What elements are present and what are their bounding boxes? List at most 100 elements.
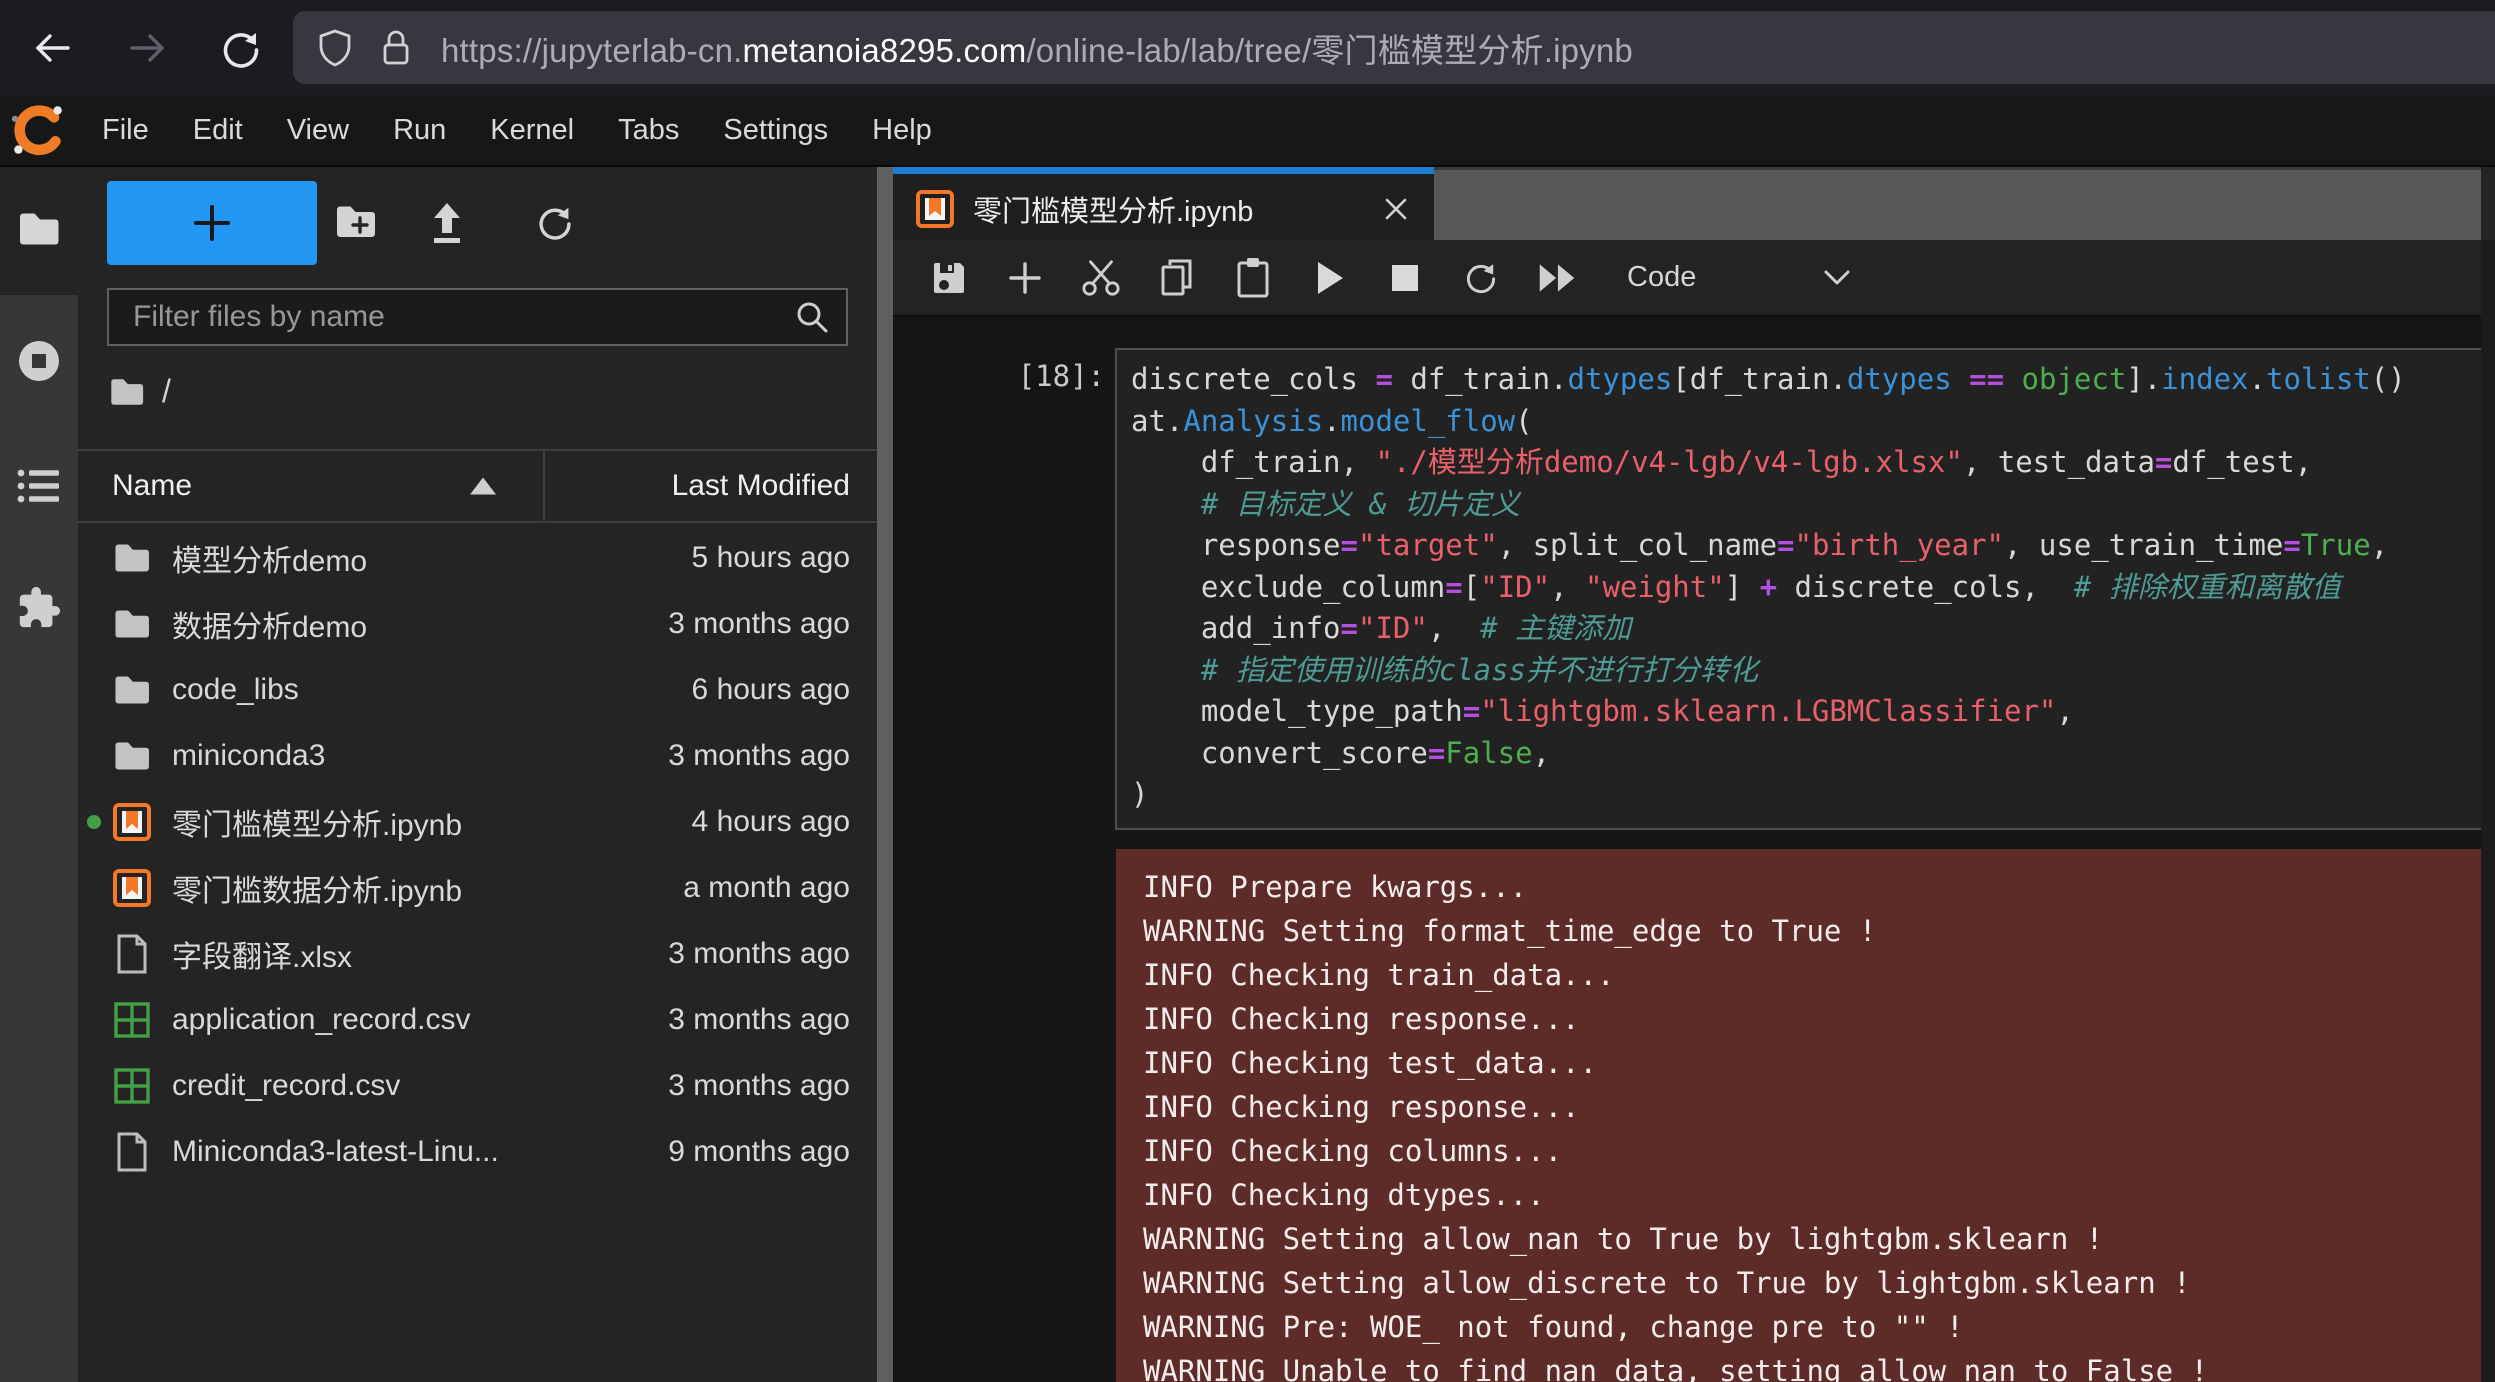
file-browser-panel: / Name Last Modified 模型分析demo 5 hours ago… [78, 167, 877, 1382]
tab-bar: 零门槛模型分析.ipynb [893, 167, 2481, 243]
file-name: Miniconda3-latest-Linu... [172, 1135, 499, 1168]
output-line: INFO Checking train_data... [1143, 958, 1615, 992]
restart-run-all-button[interactable] [1537, 256, 1577, 300]
notebook-toolbar: Code [893, 240, 2481, 317]
menu-edit[interactable]: Edit [171, 114, 265, 147]
file-row[interactable]: 模型分析demo 5 hours ago [78, 525, 877, 591]
notebook-icon [112, 802, 152, 842]
copy-cells-button[interactable] [1157, 256, 1197, 300]
paste-cells-button[interactable] [1233, 256, 1273, 300]
file-name: 字段翻译.xlsx [172, 941, 352, 974]
file-modified: 6 hours ago [691, 673, 850, 706]
output-line: WARNING Setting allow_nan to True by lig… [1143, 1222, 2104, 1256]
address-bar[interactable]: https://jupyterlab-cn.metanoia8295.com/o… [293, 11, 2495, 84]
file-name: 零门槛模型分析.ipynb [172, 809, 463, 842]
folder-icon [112, 670, 152, 710]
column-divider [543, 451, 545, 521]
file-name: 数据分析demo [172, 611, 368, 644]
browser-reload-button[interactable] [218, 25, 264, 71]
interrupt-kernel-button[interactable] [1385, 256, 1425, 300]
file-row[interactable]: credit_record.csv 3 months ago [78, 1053, 877, 1119]
refresh-file-list-button[interactable] [533, 201, 577, 245]
save-button[interactable] [929, 256, 969, 300]
code-line: convert_score=False, [1131, 735, 1551, 770]
file-row[interactable]: 数据分析demo 3 months ago [78, 591, 877, 657]
file-name: credit_record.csv [172, 1069, 401, 1102]
close-tab-icon[interactable] [1382, 195, 1410, 223]
restart-kernel-button[interactable] [1461, 256, 1501, 300]
file-row[interactable]: 字段翻译.xlsx 3 months ago [78, 921, 877, 987]
main-area: / Name Last Modified 模型分析demo 5 hours ago… [0, 167, 2495, 1382]
output-line: WARNING Setting format_time_edge to True… [1143, 914, 1877, 948]
output-line: INFO Checking dtypes... [1143, 1178, 1545, 1212]
upload-button[interactable] [426, 201, 468, 247]
sort-ascending-icon[interactable] [470, 477, 496, 495]
code-line: # 目标定义 & 切片定义 [1200, 486, 1521, 521]
file-modified: 3 months ago [668, 1003, 850, 1036]
tab-notebook[interactable]: 零门槛模型分析.ipynb [893, 167, 1434, 243]
extension-manager-icon[interactable] [16, 585, 62, 631]
output-line: WARNING Setting allow_discrete to True b… [1143, 1266, 2191, 1300]
chevron-down-icon[interactable] [1822, 268, 1852, 288]
menu-kernel[interactable]: Kernel [468, 114, 596, 147]
cell-type-select[interactable]: Code [1627, 261, 1696, 294]
new-launcher-button[interactable] [107, 181, 317, 265]
browser-back-button[interactable] [30, 25, 76, 71]
folder-icon [112, 736, 152, 776]
column-header-modified[interactable]: Last Modified [672, 469, 850, 503]
file-modified: 3 months ago [668, 937, 850, 970]
file-name: 零门槛数据分析.ipynb [172, 875, 463, 908]
file-name: application_record.csv [172, 1003, 471, 1036]
shield-icon[interactable] [317, 28, 353, 68]
lock-icon[interactable] [379, 28, 413, 68]
running-kernels-icon[interactable] [15, 337, 63, 385]
breadcrumb[interactable]: / [108, 373, 171, 410]
add-cell-button[interactable] [1005, 256, 1045, 300]
file-modified: 5 hours ago [691, 541, 850, 574]
cut-cells-button[interactable] [1081, 256, 1121, 300]
open-file-indicator [87, 815, 101, 829]
url-domain: metanoia8295.com [742, 31, 1027, 69]
home-folder-icon[interactable] [108, 375, 146, 409]
notebook-panel: 零门槛模型分析.ipynb Code [18]: discrete_cols =… [893, 167, 2495, 1382]
file-row[interactable]: miniconda3 3 months ago [78, 723, 877, 789]
file-row[interactable]: 零门槛模型分析.ipynb 4 hours ago [78, 789, 877, 855]
menu-tabs[interactable]: Tabs [596, 114, 701, 147]
output-line: INFO Checking response... [1143, 1002, 1580, 1036]
breadcrumb-root[interactable]: / [162, 373, 171, 410]
output-line: INFO Checking test_data... [1143, 1046, 1597, 1080]
folder-icon [112, 604, 152, 644]
folder-icon [112, 538, 152, 578]
code-cell-editor[interactable]: discrete_cols = df_train.dtypes[df_train… [1115, 348, 2481, 830]
code-line: discrete_cols = df_train.dtypes[df_train… [1131, 362, 2406, 396]
menu-items: File Edit View Run Kernel Tabs Settings Help [80, 114, 954, 147]
code-line: df_train, "./模型分析demo/v4-lgb/v4-lgb.xlsx… [1131, 445, 2313, 479]
search-icon [794, 299, 830, 335]
code-line: exclude_column=["ID", "weight"] + discre… [1131, 569, 2341, 604]
file-list-header: Name Last Modified [78, 449, 877, 523]
file-row[interactable]: Miniconda3-latest-Linu... 9 months ago [78, 1119, 877, 1185]
file-browser-icon[interactable] [16, 209, 62, 249]
menu-run[interactable]: Run [371, 114, 468, 147]
file-name: miniconda3 [172, 739, 326, 772]
code-line: response="target", split_col_name="birth… [1131, 528, 2389, 562]
tab-title: 零门槛模型分析.ipynb [973, 195, 1254, 228]
run-cell-button[interactable] [1309, 256, 1349, 300]
new-folder-button[interactable] [333, 201, 379, 243]
browser-forward-button[interactable] [124, 25, 170, 71]
menu-settings[interactable]: Settings [701, 114, 850, 147]
file-modified: 3 months ago [668, 739, 850, 772]
filter-files-input[interactable] [109, 299, 794, 335]
notebook-scrollbar[interactable] [2481, 240, 2495, 1382]
menu-file[interactable]: File [80, 114, 171, 147]
column-header-name[interactable]: Name [112, 469, 192, 503]
menu-help[interactable]: Help [850, 114, 954, 147]
file-row[interactable]: 零门槛数据分析.ipynb a month ago [78, 855, 877, 921]
file-icon [112, 1132, 152, 1172]
jupyterlab-menu-bar: File Edit View Run Kernel Tabs Settings Help [0, 95, 2495, 167]
table-of-contents-icon[interactable] [17, 467, 61, 505]
panel-resize-handle[interactable] [877, 167, 893, 1382]
file-row[interactable]: code_libs 6 hours ago [78, 657, 877, 723]
file-row[interactable]: application_record.csv 3 months ago [78, 987, 877, 1053]
menu-view[interactable]: View [265, 114, 371, 147]
